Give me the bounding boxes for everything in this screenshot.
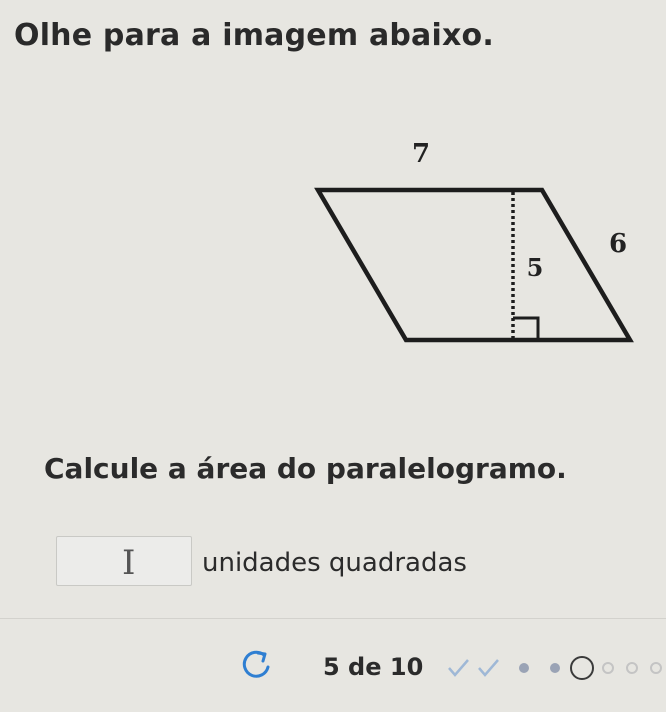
- height-label: 5: [527, 253, 544, 282]
- progress-counter: 5 de 10: [323, 653, 424, 681]
- progress-current-ring: [570, 656, 594, 680]
- instruction-text: Olhe para a imagem abaixo.: [14, 18, 494, 53]
- answer-input[interactable]: [56, 536, 192, 586]
- top-base-label: 7: [412, 139, 430, 169]
- right-angle-marker: [513, 316, 540, 338]
- progress-indicator: [448, 656, 662, 680]
- progress-empty-ring: [626, 662, 638, 674]
- exercise-page: Olhe para a imagem abaixo. 7 5 6 Calcule…: [0, 0, 666, 712]
- footer-bar: 5 de 10: [0, 620, 666, 712]
- parallelogram-figure: 7 5 6: [300, 130, 666, 360]
- unit-label: unidades quadradas: [202, 548, 467, 578]
- progress-empty-ring: [650, 662, 662, 674]
- progress-dot: [519, 663, 529, 673]
- progress-check-icon: [478, 659, 499, 677]
- side-label: 6: [609, 229, 627, 259]
- progress-empty-ring: [602, 662, 614, 674]
- retry-icon[interactable]: [238, 647, 274, 683]
- parallelogram-shape: [314, 187, 634, 343]
- parallelogram-diagram: 7 5 6: [314, 139, 634, 343]
- footer-divider: [0, 618, 666, 619]
- question-text: Calcule a área do paralelogramo.: [44, 452, 567, 485]
- progress-dot: [550, 663, 560, 673]
- progress-check-icon: [448, 659, 469, 677]
